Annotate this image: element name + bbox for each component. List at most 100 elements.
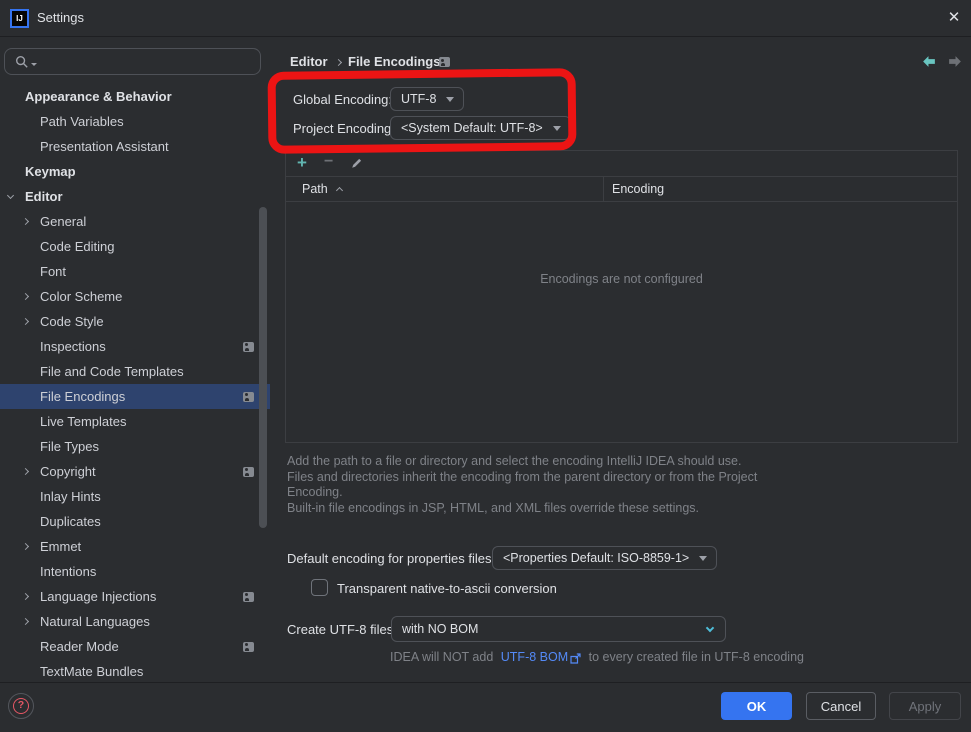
project-level-icon — [243, 342, 254, 352]
chevron-down-icon[interactable] — [7, 192, 14, 199]
sidebar-item-label: Code Style — [40, 314, 104, 329]
project-level-icon — [439, 57, 450, 67]
chevron-right-icon[interactable] — [22, 543, 29, 550]
add-icon[interactable]: + — [297, 154, 307, 171]
sidebar-item-emmet[interactable]: Emmet — [0, 534, 270, 559]
chevron-right-icon[interactable] — [22, 293, 29, 300]
chevron-slot — [23, 544, 40, 549]
breadcrumb-editor[interactable]: Editor — [290, 54, 328, 69]
properties-encoding-select[interactable]: <Properties Default: ISO-8859-1> — [492, 546, 717, 570]
table-header-row: Path Encoding — [286, 177, 957, 202]
sidebar-item-keymap[interactable]: Keymap — [0, 159, 270, 184]
sidebar-item-label: Keymap — [25, 164, 76, 179]
sidebar-tree: Appearance & BehaviorPath Variables Prese… — [0, 84, 270, 684]
sidebar-item-file-types[interactable]: File Types — [0, 434, 270, 459]
dropdown-arrow-icon — [446, 97, 454, 102]
sidebar-item-label: File and Code Templates — [40, 364, 184, 379]
ok-button[interactable]: OK — [721, 692, 792, 720]
sidebar-item-label: Natural Languages — [40, 614, 150, 629]
table-toolbar: + − — [286, 151, 957, 177]
search-input[interactable] — [4, 48, 261, 75]
sidebar-item-copyright[interactable]: Copyright — [0, 459, 270, 484]
sidebar-item-label: Live Templates — [40, 414, 126, 429]
sidebar-item-file-encodings[interactable]: File Encodings — [0, 384, 270, 409]
sidebar-item-language-injections[interactable]: Language Injections — [0, 584, 270, 609]
sidebar-item-label: Editor — [25, 189, 63, 204]
title-bar: IJ Settings ✕ — [0, 0, 971, 37]
forward-arrow-icon[interactable] — [947, 54, 963, 69]
table-empty-message: Encodings are not configured — [286, 202, 957, 286]
sidebar-item-duplicates[interactable]: Duplicates — [0, 509, 270, 534]
sidebar-item-editor[interactable]: Editor — [0, 184, 270, 209]
close-icon[interactable]: ✕ — [945, 9, 963, 27]
create-utf8-value: with NO BOM — [402, 622, 478, 636]
sidebar-item-label: Intentions — [40, 564, 96, 579]
sidebar-item-font[interactable]: Font — [0, 259, 270, 284]
chevron-right-icon[interactable] — [22, 468, 29, 475]
apply-button[interactable]: Apply — [889, 692, 961, 720]
settings-window: IJ Settings ✕ Appearance & BehaviorPath … — [0, 0, 971, 732]
sidebar-item-inlay-hints[interactable]: Inlay Hints — [0, 484, 270, 509]
sidebar-item-label: General — [40, 214, 86, 229]
sidebar-scrollbar[interactable] — [259, 207, 267, 528]
help-line: Built-in file encodings in JSP, HTML, an… — [287, 501, 762, 517]
native-to-ascii-checkbox[interactable] — [311, 579, 328, 596]
create-utf8-label: Create UTF-8 files: — [287, 622, 397, 637]
project-encoding-select[interactable]: <System Default: UTF-8> — [390, 116, 571, 140]
cancel-button[interactable]: Cancel — [806, 692, 876, 720]
chevron-slot — [23, 294, 40, 299]
sidebar-item-presentation-assistant[interactable]: Presentation Assistant — [0, 134, 270, 159]
help-button[interactable]: ? — [8, 693, 34, 719]
sidebar-item-reader-mode[interactable]: Reader Mode — [0, 634, 270, 659]
column-header-encoding[interactable]: Encoding — [604, 182, 664, 196]
create-utf8-select[interactable]: with NO BOM — [391, 616, 726, 642]
column-header-path[interactable]: Path — [286, 177, 604, 201]
chevron-slot — [23, 594, 40, 599]
search-icon — [15, 55, 29, 69]
project-encoding-value: <System Default: UTF-8> — [401, 121, 543, 135]
sidebar-item-intentions[interactable]: Intentions — [0, 559, 270, 584]
breadcrumb-file-encodings[interactable]: File Encodings — [348, 54, 440, 69]
back-arrow-icon[interactable] — [921, 54, 937, 69]
sidebar-item-general[interactable]: General — [0, 209, 270, 234]
chevron-right-icon[interactable] — [22, 593, 29, 600]
sidebar-item-inspections[interactable]: Inspections — [0, 334, 270, 359]
project-level-icon — [243, 467, 254, 477]
project-encoding-label: Project Encoding: — [293, 121, 395, 136]
chevron-right-icon[interactable] — [22, 218, 29, 225]
dropdown-chevron-icon — [706, 623, 714, 631]
chevron-slot — [23, 219, 40, 224]
sidebar-item-file-and-code-templates[interactable]: File and Code Templates — [0, 359, 270, 384]
sidebar-item-label: Language Injections — [40, 589, 156, 604]
sidebar-item-label: Copyright — [40, 464, 96, 479]
external-link-icon[interactable] — [570, 653, 581, 664]
sidebar-item-code-style[interactable]: Code Style — [0, 309, 270, 334]
edit-pencil-icon[interactable] — [350, 157, 363, 170]
utf8-bom-link[interactable]: UTF-8 BOM — [501, 650, 568, 664]
sidebar-item-label: Duplicates — [40, 514, 101, 529]
chevron-right-icon[interactable] — [22, 618, 29, 625]
native-to-ascii-label[interactable]: Transparent native-to-ascii conversion — [337, 581, 557, 596]
red-highlight-annotation — [268, 68, 577, 154]
sidebar-item-label: TextMate Bundles — [40, 664, 143, 679]
sidebar-item-label: Reader Mode — [40, 639, 119, 654]
footer-divider — [0, 682, 971, 683]
sidebar-item-appearance-behavior[interactable]: Appearance & Behavior — [0, 84, 270, 109]
sidebar-item-live-templates[interactable]: Live Templates — [0, 409, 270, 434]
sidebar-item-path-variables[interactable]: Path Variables — [0, 109, 270, 134]
sidebar-item-textmate-bundles[interactable]: TextMate Bundles — [0, 659, 270, 684]
bom-note-suffix: to every created file in UTF-8 encoding — [589, 650, 804, 664]
sidebar-item-natural-languages[interactable]: Natural Languages — [0, 609, 270, 634]
sidebar-item-color-scheme[interactable]: Color Scheme — [0, 284, 270, 309]
properties-encoding-value: <Properties Default: ISO-8859-1> — [503, 551, 689, 565]
chevron-slot — [8, 195, 25, 198]
remove-icon[interactable]: − — [324, 154, 333, 170]
encoding-header-label: Encoding — [612, 182, 664, 196]
sidebar-item-label: Presentation Assistant — [40, 139, 169, 154]
global-encoding-label: Global Encoding: — [293, 92, 392, 107]
chevron-right-icon[interactable] — [22, 318, 29, 325]
project-level-icon — [243, 392, 254, 402]
sidebar-item-code-editing[interactable]: Code Editing — [0, 234, 270, 259]
global-encoding-select[interactable]: UTF-8 — [390, 87, 464, 111]
project-level-icon — [243, 592, 254, 602]
